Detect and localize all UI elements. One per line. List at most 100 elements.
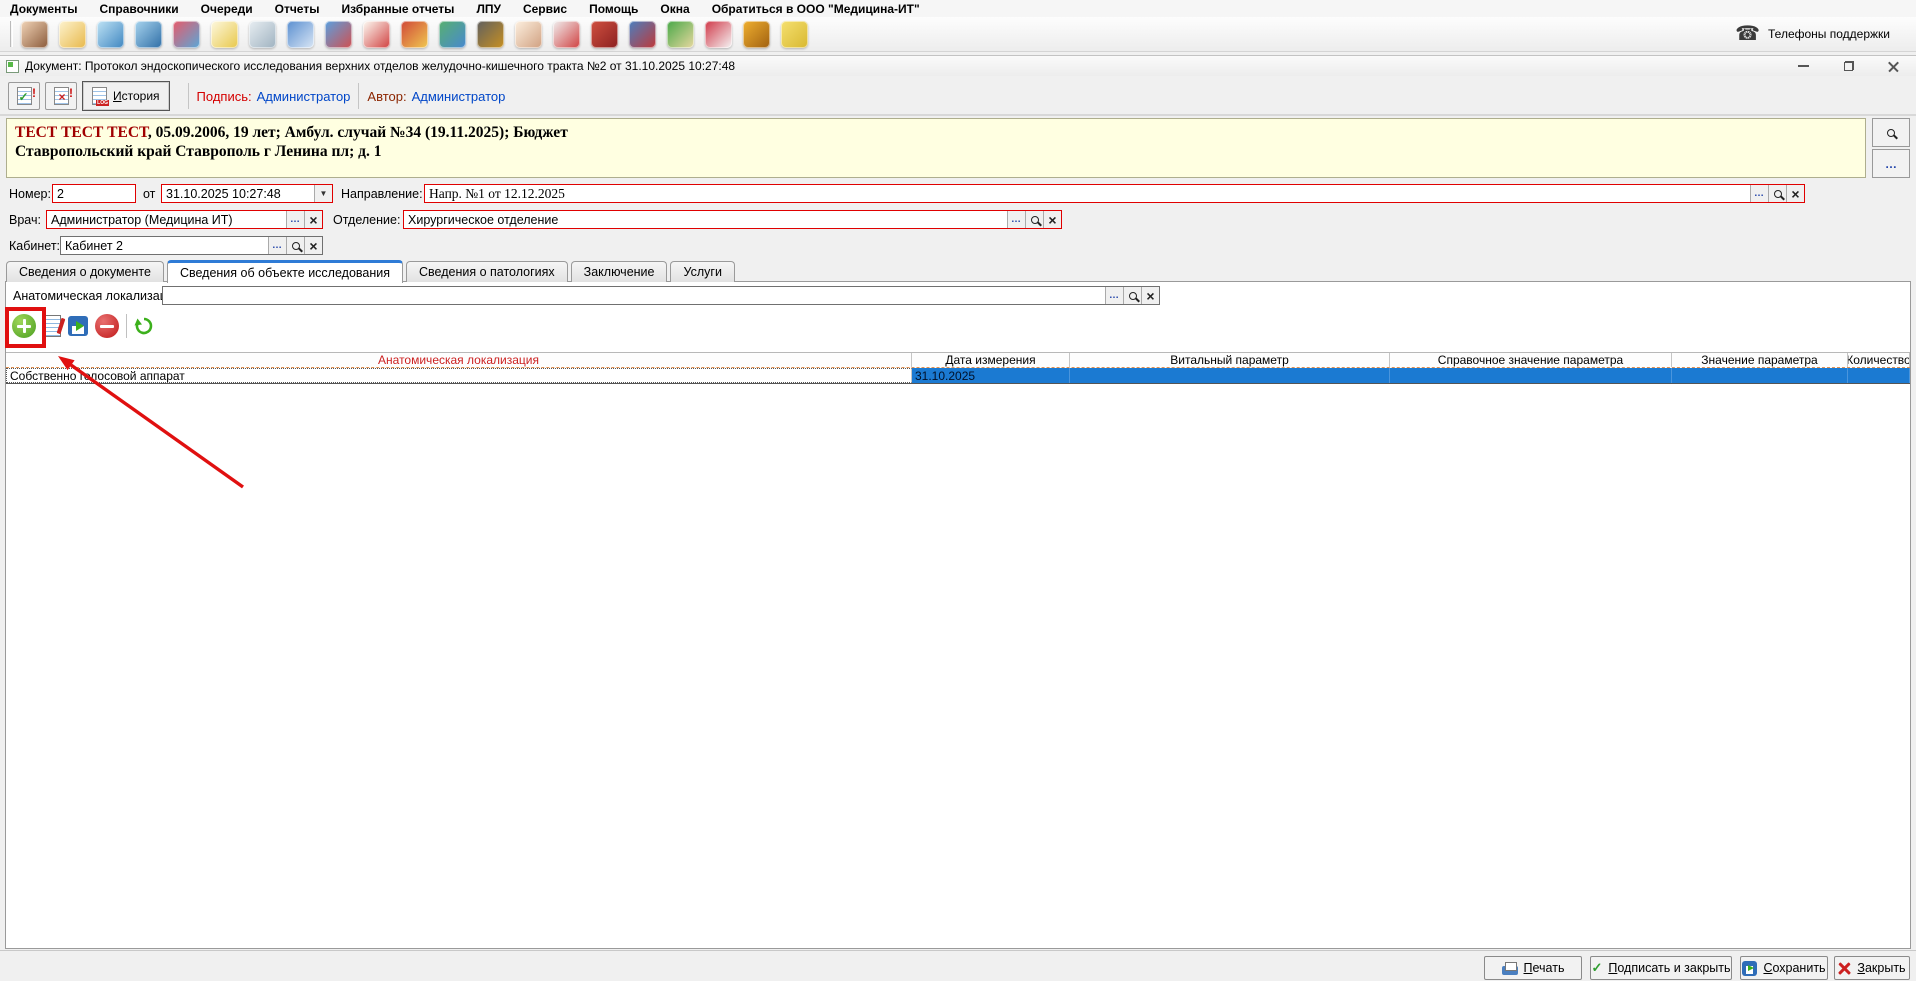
notepad-pencil-icon[interactable] [211, 21, 238, 48]
support-phones[interactable]: ☎ Телефоны поддержки [1735, 24, 1890, 44]
history-button[interactable]: LOG История [82, 81, 170, 111]
doc-check-icon: ✓ [1591, 960, 1602, 976]
anatomical-search-button[interactable] [1123, 287, 1141, 304]
close-document-button[interactable]: Закрыть [1834, 956, 1910, 980]
menu-references[interactable]: Справочники [99, 2, 178, 16]
padlock-icon[interactable] [743, 21, 770, 48]
document-icon [6, 60, 19, 73]
cell-reference[interactable] [1390, 368, 1672, 383]
print-button[interactable]: Печать [1484, 956, 1582, 980]
export-document-icon[interactable] [705, 21, 732, 48]
number-input[interactable]: 2 [52, 184, 136, 203]
header-reference-value[interactable]: Справочное значение параметра [1390, 353, 1672, 367]
red-book-icon[interactable] [591, 21, 618, 48]
cabinet-search-button[interactable] [286, 237, 304, 254]
lock-document-icon[interactable] [667, 21, 694, 48]
signature-value: Администратор [257, 89, 351, 104]
restore-button[interactable] [1826, 56, 1871, 76]
unsign-document-button[interactable]: × ! [45, 82, 77, 110]
tab-conclusion[interactable]: Заключение [571, 261, 668, 282]
card-index-icon[interactable] [97, 21, 124, 48]
menu-reports[interactable]: Отчеты [275, 2, 320, 16]
cabinet-more-button[interactable]: … [268, 237, 286, 254]
patient-card-icon[interactable] [135, 21, 162, 48]
close-button[interactable] [1871, 56, 1916, 76]
schedule-clock-icon[interactable] [287, 21, 314, 48]
cabinet-input[interactable]: Кабинет 2 … × [60, 236, 323, 255]
tab-investigation-object[interactable]: Сведения об объекте исследования [167, 260, 403, 283]
doctor-input[interactable]: Администратор (Медицина ИТ) … × [46, 210, 323, 229]
sign-and-close-button[interactable]: ✓ Подписать и закрыть [1590, 956, 1732, 980]
department-clear-button[interactable]: × [1043, 211, 1061, 228]
lab-tests-icon[interactable] [173, 21, 200, 48]
direction-more-button[interactable]: … [1750, 185, 1768, 202]
header-quantity[interactable]: Количество [1848, 353, 1910, 367]
menu-help[interactable]: Помощь [589, 2, 638, 16]
header-measurement-date[interactable]: Дата измерения [912, 353, 1070, 367]
doctor-clear-button[interactable]: × [304, 211, 322, 228]
tab-services[interactable]: Услуги [670, 261, 734, 282]
floppy-icon [1742, 961, 1757, 976]
documents-icon[interactable] [59, 21, 86, 48]
doctor-label: Врач: [9, 213, 41, 227]
document-titlebar: Документ: Протокол эндоскопического иссл… [0, 55, 1916, 76]
cabinet-clear-button[interactable]: × [304, 237, 322, 254]
barcode-scanner-icon[interactable] [477, 21, 504, 48]
sign-document-button[interactable]: ✓ ! [8, 82, 40, 110]
menu-documents[interactable]: Документы [10, 2, 77, 16]
calendar-clock-icon[interactable] [629, 21, 656, 48]
cell-value[interactable] [1672, 368, 1848, 383]
syringe-icon[interactable] [249, 21, 276, 48]
application-window: Документы Справочники Очереди Отчеты Изб… [0, 0, 1916, 981]
header-anatomical-localization[interactable]: Анатомическая локализация [6, 353, 912, 367]
direction-search-button[interactable] [1768, 185, 1786, 202]
department-search-button[interactable] [1025, 211, 1043, 228]
thermometer-icon[interactable] [553, 21, 580, 48]
patient-search-button[interactable] [1872, 118, 1910, 147]
direction-clear-button[interactable]: × [1786, 185, 1804, 202]
cell-localization[interactable]: Собственно голосовой аппарат [6, 368, 912, 383]
first-aid-book-icon[interactable] [363, 21, 390, 48]
header-vital-parameter[interactable]: Витальный параметр [1070, 353, 1390, 367]
tab-pathologies[interactable]: Сведения о патологиях [406, 261, 568, 282]
table-row[interactable]: Собственно голосовой аппарат 31.10.2025 [6, 368, 1910, 384]
header-parameter-value[interactable]: Значение параметра [1672, 353, 1848, 367]
menu-contact-support[interactable]: Обратиться в ООО "Медицина-ИТ" [712, 2, 920, 16]
author-label: Автор: [367, 89, 406, 104]
date-input[interactable]: 31.10.2025 10:27:48 ▼ [161, 184, 333, 203]
cabinet-value: Кабинет 2 [61, 239, 268, 253]
window-controls [1781, 56, 1916, 76]
minimize-button[interactable] [1781, 56, 1826, 76]
save-button[interactable]: Сохранить [1740, 956, 1828, 980]
anatomical-clear-button[interactable]: × [1141, 287, 1159, 304]
medicines-icon[interactable] [325, 21, 352, 48]
operator-icon[interactable] [21, 21, 48, 48]
patient-more-button[interactable]: … [1872, 149, 1910, 178]
pills-icon[interactable] [439, 21, 466, 48]
refresh-button[interactable] [134, 316, 154, 336]
basket-icon[interactable] [401, 21, 428, 48]
doctor-more-button[interactable]: … [286, 211, 304, 228]
anatomical-more-button[interactable]: … [1105, 287, 1123, 304]
menu-queues[interactable]: Очереди [201, 2, 253, 16]
patient-line1: ТЕСТ ТЕСТ ТЕСТ, 05.09.2006, 19 лет; Амбу… [15, 123, 1857, 142]
support-phones-label: Телефоны поддержки [1768, 27, 1890, 41]
menu-favorite-reports[interactable]: Избранные отчеты [341, 2, 454, 16]
exclamation-icon: ! [32, 86, 36, 100]
tab-document-info[interactable]: Сведения о документе [6, 261, 164, 282]
department-more-button[interactable]: … [1007, 211, 1025, 228]
cell-date[interactable]: 31.10.2025 [912, 368, 1070, 383]
direction-input[interactable]: Напр. №1 от 12.12.2025 … × [424, 184, 1805, 203]
remove-row-button[interactable] [95, 314, 119, 338]
chat-bubble-icon[interactable] [781, 21, 808, 48]
department-input[interactable]: Хирургическое отделение … × [403, 210, 1062, 229]
menu-service[interactable]: Сервис [523, 2, 567, 16]
date-dropdown-button[interactable]: ▼ [314, 185, 332, 202]
cell-vital[interactable] [1070, 368, 1390, 383]
nurse-icon[interactable] [515, 21, 542, 48]
anatomical-localization-input[interactable]: … × [162, 286, 1160, 305]
cell-quantity[interactable] [1848, 368, 1910, 383]
menu-windows[interactable]: Окна [660, 2, 689, 16]
menu-lpu[interactable]: ЛПУ [476, 2, 501, 16]
save-row-button[interactable] [68, 316, 88, 336]
